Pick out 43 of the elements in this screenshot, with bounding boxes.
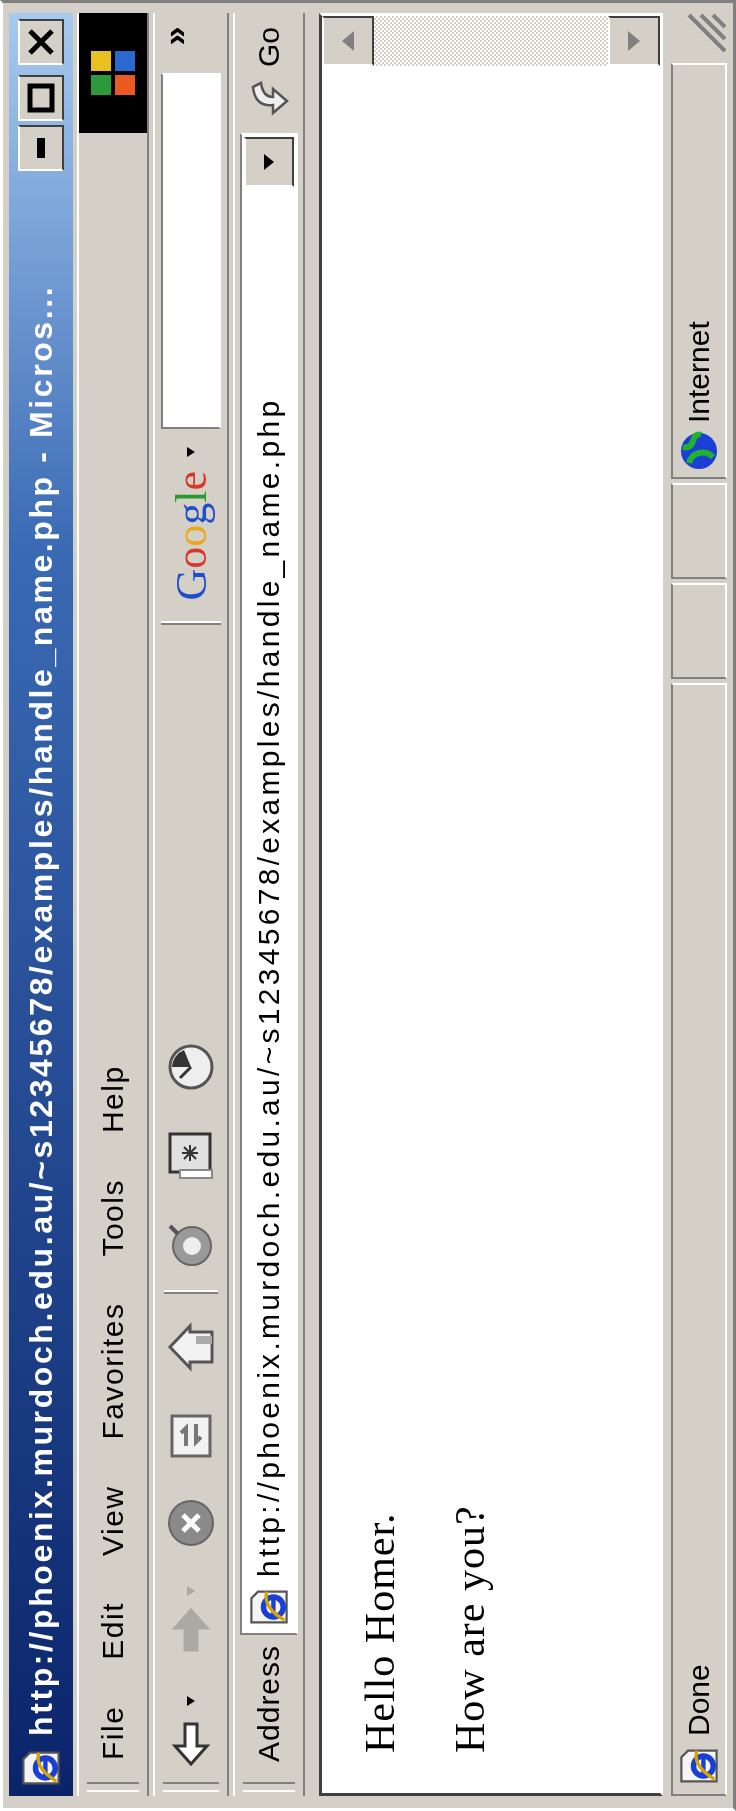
minimize-icon: [37, 138, 45, 158]
scroll-down-button[interactable]: [608, 16, 660, 66]
vertical-scrollbar[interactable]: [322, 16, 660, 66]
address-label: Address: [252, 1644, 286, 1762]
page-paragraph: Hello Homer.: [356, 1511, 404, 1753]
clock-icon: [166, 1042, 216, 1092]
menu-item[interactable]: Tools: [96, 1179, 130, 1257]
dropdown-caret-icon: [264, 154, 274, 171]
page-paragraph: How are you?: [446, 1504, 494, 1753]
toolbar-grip[interactable]: [87, 1782, 139, 1792]
go-button[interactable]: Go: [247, 13, 291, 128]
menu-item[interactable]: Edit: [96, 1601, 130, 1660]
home-icon: [166, 1322, 216, 1372]
menu-item[interactable]: View: [96, 1485, 130, 1556]
globe-icon: [679, 431, 719, 471]
minimize-button[interactable]: [18, 125, 64, 171]
chevron-button[interactable]: »: [155, 13, 194, 59]
dropdown-caret-icon: [187, 1696, 195, 1706]
home-button[interactable]: [166, 1322, 216, 1372]
google-logo[interactable]: Google: [165, 471, 217, 601]
scroll-up-button[interactable]: [322, 16, 374, 66]
media-button[interactable]: [166, 1130, 216, 1182]
stop-button[interactable]: [166, 1498, 216, 1548]
close-button[interactable]: [18, 19, 64, 65]
dropdown-caret-icon[interactable]: [187, 447, 195, 457]
window-title: http://phoenix.murdoch.edu.au/~s12345678/examples/handle_name.php - Micros...: [22, 283, 60, 1736]
media-window-icon: [166, 1130, 216, 1182]
maximize-button[interactable]: [18, 75, 64, 121]
zone-text: Internet: [682, 321, 716, 423]
close-icon: [27, 28, 55, 56]
status-text: Done: [682, 1664, 716, 1736]
address-dropdown-button[interactable]: [244, 137, 294, 188]
menu-item[interactable]: File: [96, 1705, 130, 1760]
toolbar-grip[interactable]: [163, 1782, 219, 1792]
history-button[interactable]: [166, 1042, 216, 1092]
maximize-icon: [27, 83, 55, 113]
menu-item[interactable]: Favorites: [96, 1302, 130, 1440]
menu-item[interactable]: Help: [96, 1065, 130, 1134]
google-search-field[interactable]: [161, 73, 221, 429]
stop-icon: [166, 1498, 216, 1548]
address-field[interactable]: http://phoenix.murdoch.edu.au/~s12345678/examples/handle_name.php: [240, 133, 298, 1635]
dropdown-caret-icon: [187, 1586, 195, 1596]
toolbar-grip[interactable]: [243, 1782, 295, 1792]
